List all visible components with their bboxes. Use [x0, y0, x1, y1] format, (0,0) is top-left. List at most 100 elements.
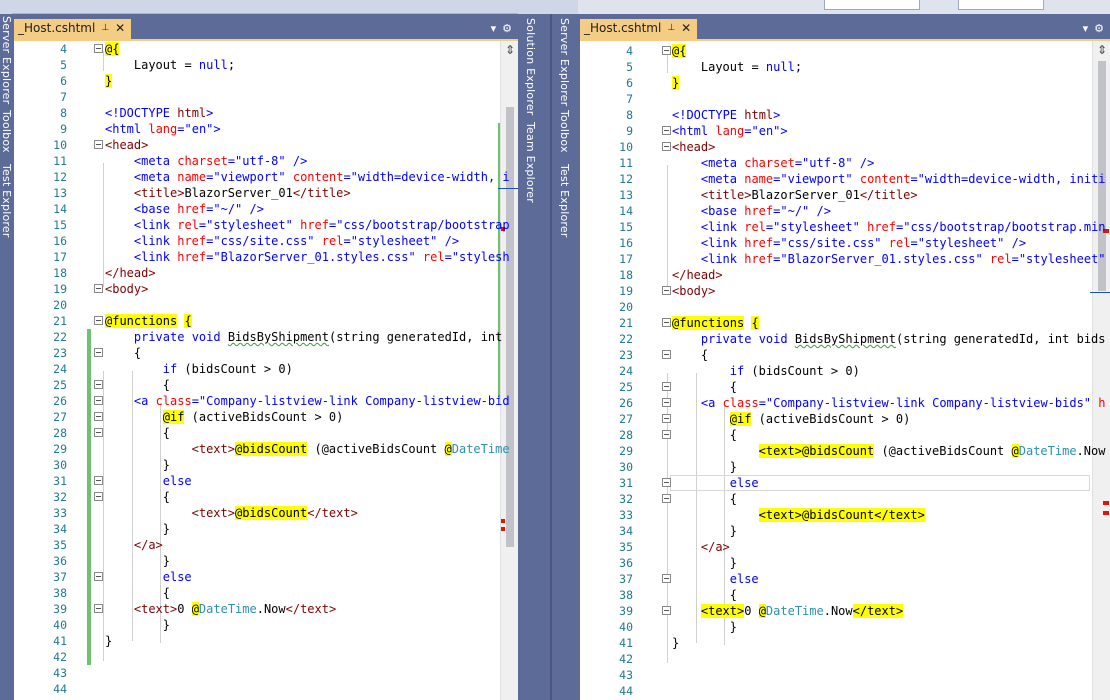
code-line[interactable]: 15 <link rel="stylesheet" href="css/boots… [580, 219, 1110, 235]
code-line[interactable]: 44 [14, 681, 518, 697]
code-line[interactable]: 24 if (bidsCount > 0) [580, 363, 1110, 379]
code-line[interactable]: 20 [14, 297, 518, 313]
collapse-icon[interactable] [662, 574, 671, 583]
left-code-editor[interactable]: ⇕ 4 @{5 Layout = null; 6} 7 8 <!DOCTYPE html> 9… [14, 41, 518, 700]
tool-toolbox[interactable]: Toolbox [0, 110, 13, 153]
code-line[interactable]: 8 <!DOCTYPE html> [14, 105, 518, 121]
code-line[interactable]: 5 Layout = null; [14, 57, 518, 73]
start-button[interactable] [958, 0, 1044, 10]
collapse-icon[interactable] [662, 430, 671, 439]
pin-icon[interactable]: ⊥ [101, 23, 109, 33]
tool-server-explorer[interactable]: Server Explorer [0, 16, 13, 104]
code-line[interactable]: 13 <title>BlazorServer_01</title> [580, 187, 1110, 203]
code-line[interactable]: 40} [580, 619, 1110, 635]
code-line[interactable]: 44 [580, 683, 1110, 699]
code-line[interactable]: 30} [580, 459, 1110, 475]
collapse-icon[interactable] [94, 492, 103, 501]
code-line[interactable]: 21 @functions { [14, 313, 518, 329]
right-file-tab[interactable]: _Host.cshtml ⊥ ✕ [580, 19, 698, 39]
code-line[interactable]: 31 else [580, 475, 1110, 491]
collapse-icon[interactable] [94, 348, 103, 357]
code-line[interactable]: 21 @functions { [580, 315, 1110, 331]
collapse-icon[interactable] [94, 396, 103, 405]
code-line[interactable]: 11 <meta charset="utf-8" /> [580, 155, 1110, 171]
pin-icon[interactable]: ⊥ [667, 23, 675, 33]
code-line[interactable]: 26 <a class="Company-listview-link Compan… [580, 395, 1110, 411]
right-code-editor[interactable]: ⇕ 4 @{5 Layout = null; 6} 7 8 <!DOCTYPE html> 9… [580, 41, 1110, 700]
code-line[interactable]: 36} [14, 553, 518, 569]
code-line[interactable]: 19 <body> [580, 283, 1110, 299]
left-file-tab[interactable]: _Host.cshtml ⊥ ✕ [14, 19, 132, 39]
code-line[interactable]: 42 [14, 649, 518, 665]
collapse-icon[interactable] [94, 140, 103, 149]
code-line[interactable]: 14 <base href="~/" /> [14, 201, 518, 217]
collapse-icon[interactable] [662, 382, 671, 391]
collapse-icon[interactable] [662, 126, 671, 135]
tool-team-explorer[interactable]: Team Explorer [524, 122, 537, 203]
tool-solution-explorer[interactable]: Solution Explorer [524, 18, 537, 116]
code-line[interactable]: 38 { [14, 585, 518, 601]
collapse-icon[interactable] [94, 428, 103, 437]
code-line[interactable]: 33 <text>@bidsCount</text> [580, 507, 1110, 523]
code-line[interactable]: 4 @{ [14, 41, 518, 57]
code-line[interactable]: 24 if (bidsCount > 0) [14, 361, 518, 377]
tool-test-explorer[interactable]: Test Explorer [0, 164, 13, 238]
collapse-icon[interactable] [94, 44, 103, 53]
code-line[interactable]: 19 <body> [14, 281, 518, 297]
code-line[interactable]: 25 { [580, 379, 1110, 395]
code-line[interactable]: 20 [580, 299, 1110, 315]
close-icon[interactable]: ✕ [681, 21, 691, 35]
code-line[interactable]: 27 @if (activeBidsCount > 0) [14, 409, 518, 425]
collapse-icon[interactable] [662, 606, 671, 615]
code-line[interactable]: 25 { [14, 377, 518, 393]
collapse-icon[interactable] [94, 572, 103, 581]
collapse-icon[interactable] [662, 46, 671, 55]
code-line[interactable]: 37 else [14, 569, 518, 585]
code-line[interactable]: 35 </a> [580, 539, 1110, 555]
code-line[interactable]: 8 <!DOCTYPE html> [580, 107, 1110, 123]
code-line[interactable]: 28 { [580, 427, 1110, 443]
tool-toolbox-right[interactable]: Toolbox [558, 110, 571, 153]
code-line[interactable]: 22 private void BidsByShipment(string gen… [14, 329, 518, 345]
code-line[interactable]: 6} [14, 73, 518, 89]
code-line[interactable]: 41} [14, 633, 518, 649]
collapse-icon[interactable] [94, 284, 103, 293]
code-line[interactable]: 18 </head> [580, 267, 1110, 283]
code-line[interactable]: 29 <text>@bidsCount (@activeBidsCount @Da… [14, 441, 518, 457]
gear-icon[interactable]: ⚙ [502, 22, 512, 35]
code-line[interactable]: 41} [580, 635, 1110, 651]
collapse-icon[interactable] [662, 318, 671, 327]
code-line[interactable]: 34} [580, 523, 1110, 539]
code-line[interactable]: 28 { [14, 425, 518, 441]
code-line[interactable]: 36} [580, 555, 1110, 571]
code-line[interactable]: 39 <text>0 @DateTime.Now</text> [14, 601, 518, 617]
gear-icon[interactable]: ⚙ [1094, 22, 1104, 35]
solution-config-dropdown[interactable] [824, 0, 920, 10]
code-line[interactable]: 7 [580, 91, 1110, 107]
code-line[interactable]: 12 <meta name="viewport" content="width=d… [14, 169, 518, 185]
code-line[interactable]: 33 <text>@bidsCount</text> [14, 505, 518, 521]
code-line[interactable]: 31 else [14, 473, 518, 489]
code-line[interactable]: 4 @{ [580, 43, 1110, 59]
collapse-icon[interactable] [662, 414, 671, 423]
code-line[interactable]: 18 </head> [14, 265, 518, 281]
code-line[interactable]: 40} [14, 617, 518, 633]
code-line[interactable]: 10 <head> [580, 139, 1110, 155]
collapse-icon[interactable] [662, 286, 671, 295]
code-line[interactable]: 22 private void BidsByShipment(string gen… [580, 331, 1110, 347]
chevron-down-icon[interactable]: ▾ [491, 22, 497, 35]
code-line[interactable]: 9 <html lang="en"> [580, 123, 1110, 139]
collapse-icon[interactable] [662, 350, 671, 359]
tool-server-explorer-right[interactable]: Server Explorer [558, 18, 571, 106]
code-line[interactable]: 15 <link rel="stylesheet" href="css/boots… [14, 217, 518, 233]
code-line[interactable]: 6} [580, 75, 1110, 91]
collapse-icon[interactable] [662, 478, 671, 487]
collapse-icon[interactable] [94, 412, 103, 421]
collapse-icon[interactable] [94, 316, 103, 325]
code-line[interactable]: 30} [14, 457, 518, 473]
code-line[interactable]: 35 </a> [14, 537, 518, 553]
code-line[interactable]: 14 <base href="~/" /> [580, 203, 1110, 219]
collapse-icon[interactable] [94, 604, 103, 613]
tool-test-explorer-right[interactable]: Test Explorer [558, 164, 571, 238]
code-line[interactable]: 43 [580, 667, 1110, 683]
